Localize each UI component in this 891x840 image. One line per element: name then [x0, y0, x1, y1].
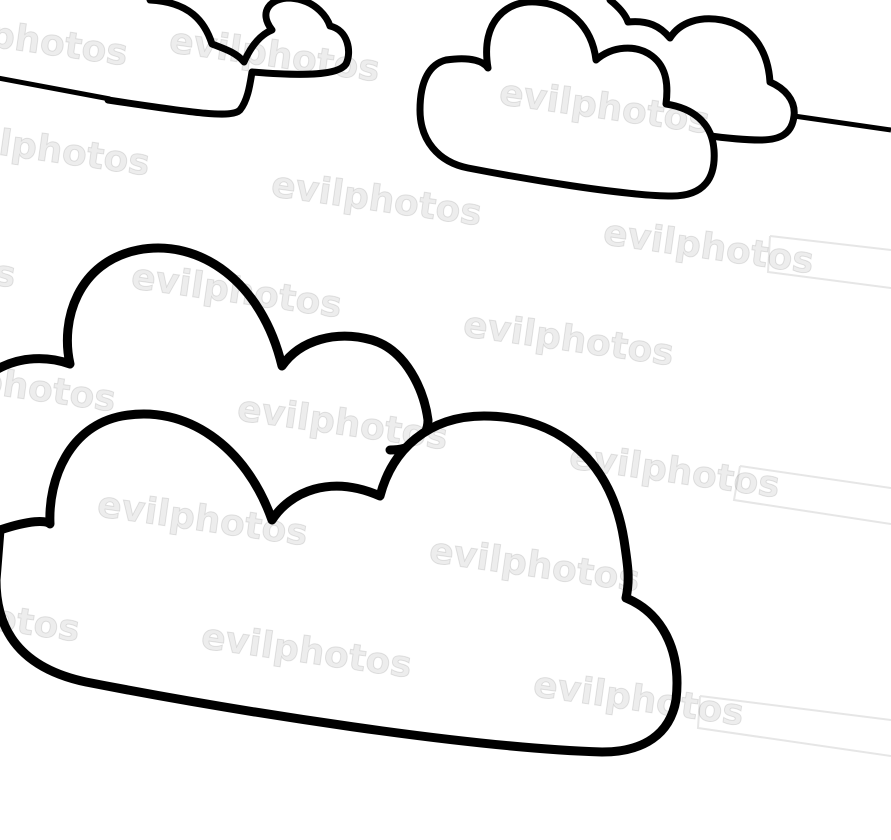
watermark-text: evilphotos: [461, 304, 677, 374]
watermark-text: evilphotos: [0, 226, 18, 296]
watermark-text: evilphotos: [269, 164, 485, 234]
watermark-text: evilphotos: [601, 212, 817, 282]
ground-line-top-right: [793, 113, 891, 133]
watermark-text: evilphotos: [0, 4, 130, 74]
cloud-illustration: evilphotos evilphotos evilphotos evilpho…: [0, 0, 891, 757]
ground-line-top-left: [0, 75, 111, 102]
watermark-text: evilphotos: [0, 114, 152, 184]
